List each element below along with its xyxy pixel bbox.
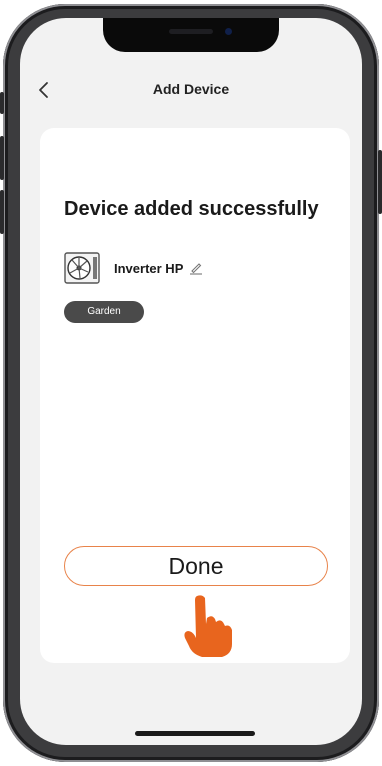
speaker-grille xyxy=(169,29,213,34)
room-badge[interactable]: Garden xyxy=(64,301,144,323)
notch xyxy=(103,18,279,52)
result-card: Device added successfully Inverter HP Ga… xyxy=(40,128,350,663)
pointing-hand-icon xyxy=(184,595,232,657)
page-title: Add Device xyxy=(152,81,230,97)
volume-up-button xyxy=(0,136,4,180)
device-row: Inverter HP xyxy=(64,252,203,284)
pencil-icon[interactable] xyxy=(189,261,203,275)
done-button[interactable]: Done xyxy=(64,546,328,586)
front-camera xyxy=(225,28,232,35)
app-header: Add Device xyxy=(20,70,362,110)
mute-switch xyxy=(0,92,4,114)
success-heading: Device added successfully xyxy=(64,198,319,220)
phone-screen: Add Device Device added successfully Inv… xyxy=(20,18,362,745)
home-indicator xyxy=(135,731,255,736)
heat-pump-icon xyxy=(64,252,100,284)
power-button xyxy=(378,150,382,214)
volume-down-button xyxy=(0,190,4,234)
device-name: Inverter HP xyxy=(114,260,184,276)
